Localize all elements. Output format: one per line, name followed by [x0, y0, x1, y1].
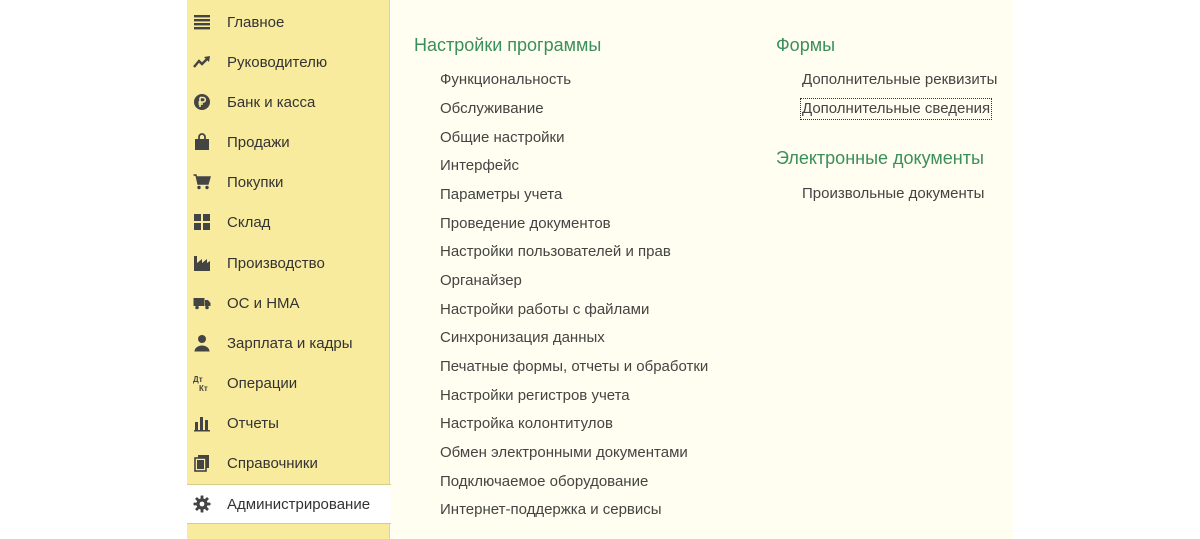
sidebar-item-warehouse[interactable]: Склад	[187, 202, 390, 242]
sidebar: Главное Руководителю Банк и касса Продаж…	[187, 0, 391, 539]
link-additional-info[interactable]: Дополнительные сведения	[799, 98, 993, 120]
sidebar-item-salary[interactable]: Зарплата и кадры	[187, 323, 390, 363]
link-interface[interactable]: Интерфейс	[440, 157, 519, 175]
sidebar-item-operations[interactable]: Дт Кт Операции	[187, 363, 390, 403]
sidebar-item-label: Продажи	[227, 133, 290, 151]
link-functionality[interactable]: Функциональность	[440, 71, 571, 89]
person-icon	[193, 334, 211, 352]
link-connected-equipment[interactable]: Подключаемое оборудование	[440, 473, 648, 491]
link-print-forms[interactable]: Печатные формы, отчеты и обработки	[440, 358, 708, 376]
ruble-coin-icon	[193, 93, 211, 111]
sidebar-item-bank[interactable]: Банк и касса	[187, 82, 390, 122]
admin-panel: Настройки программы Функциональность Обс…	[391, 0, 1013, 539]
truck-icon	[193, 294, 211, 312]
section-title-settings: Настройки программы	[414, 35, 602, 55]
books-icon	[193, 454, 211, 472]
svg-text:Дт: Дт	[193, 375, 203, 384]
factory-icon	[193, 254, 211, 272]
sidebar-item-assets[interactable]: ОС и НМА	[187, 283, 390, 323]
sidebar-item-production[interactable]: Производство	[187, 243, 390, 283]
bar-chart-icon	[193, 414, 211, 432]
sidebar-item-manager[interactable]: Руководителю	[187, 42, 390, 82]
sidebar-item-label: Покупки	[227, 173, 284, 191]
sidebar-item-label: Производство	[227, 254, 325, 272]
sidebar-item-administration[interactable]: Администрирование	[187, 484, 391, 524]
trend-up-icon	[193, 53, 211, 71]
debit-credit-icon: Дт Кт	[193, 374, 211, 392]
sidebar-item-label: Справочники	[227, 454, 318, 472]
link-internet-support[interactable]: Интернет-поддержка и сервисы	[440, 501, 662, 519]
sidebar-item-label: ОС и НМА	[227, 294, 300, 312]
sidebar-item-label: Отчеты	[227, 414, 279, 432]
section-title-edocs: Электронные документы	[776, 148, 984, 168]
link-registers-settings[interactable]: Настройки регистров учета	[440, 387, 630, 405]
sidebar-item-main[interactable]: Главное	[187, 2, 390, 42]
sidebar-item-label: Зарплата и кадры	[227, 334, 353, 352]
section-title-forms: Формы	[776, 35, 836, 55]
link-users-rights[interactable]: Настройки пользователей и прав	[440, 243, 671, 261]
link-headers-footers[interactable]: Настройка колонтитулов	[440, 415, 613, 433]
link-general-settings[interactable]: Общие настройки	[440, 129, 565, 147]
link-document-posting[interactable]: Проведение документов	[440, 215, 611, 233]
sidebar-item-reports[interactable]: Отчеты	[187, 403, 390, 443]
link-file-settings[interactable]: Настройки работы с файлами	[440, 301, 649, 319]
sidebar-item-references[interactable]: Справочники	[187, 443, 390, 483]
sidebar-item-label: Главное	[227, 13, 285, 31]
sidebar-item-label: Операции	[227, 374, 298, 392]
link-additional-attributes[interactable]: Дополнительные реквизиты	[802, 71, 997, 89]
sidebar-item-label: Администрирование	[227, 495, 371, 513]
sidebar-item-sales[interactable]: Продажи	[187, 122, 390, 162]
link-data-sync[interactable]: Синхронизация данных	[440, 329, 605, 347]
link-edi-exchange[interactable]: Обмен электронными документами	[440, 444, 688, 462]
shopping-bag-icon	[193, 133, 211, 151]
sidebar-item-purchases[interactable]: Покупки	[187, 162, 390, 202]
sidebar-item-label: Склад	[227, 213, 271, 231]
link-accounting-parameters[interactable]: Параметры учета	[440, 186, 562, 204]
link-maintenance[interactable]: Обслуживание	[440, 100, 544, 118]
link-organizer[interactable]: Органайзер	[440, 272, 522, 290]
cart-icon	[193, 173, 211, 191]
warehouse-grid-icon	[193, 213, 211, 231]
link-arbitrary-documents[interactable]: Произвольные документы	[802, 185, 984, 203]
gear-icon	[193, 495, 211, 513]
svg-text:Кт: Кт	[199, 384, 208, 392]
sidebar-item-label: Руководителю	[227, 53, 328, 71]
menu-lines-icon	[193, 13, 211, 31]
sidebar-item-label: Банк и касса	[227, 93, 316, 111]
